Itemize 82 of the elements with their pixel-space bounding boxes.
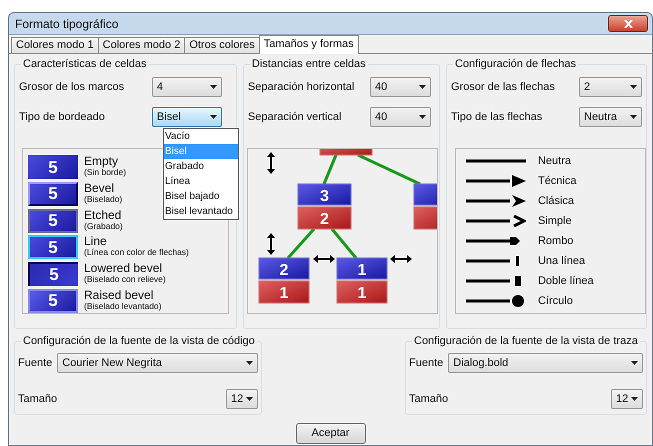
tree-node (319, 149, 372, 156)
dropdown[interactable]: 12 (226, 389, 258, 409)
style-name: Etched (84, 210, 122, 221)
style-sample: 5 (28, 235, 78, 260)
field-label: Tamaño (409, 392, 448, 407)
style-name: Raised bevel (84, 290, 154, 301)
tab[interactable]: Colores modo 1 (11, 37, 99, 53)
style-note: (Sin borde) (84, 167, 126, 178)
field-label: Fuente (18, 356, 52, 371)
arrow-type-label: Técnica (538, 174, 576, 189)
arrow-type-label: Rombo (538, 234, 574, 249)
dropdown-arrow-icon (418, 85, 426, 89)
style-note: (Biselado) (84, 194, 122, 205)
style-note: (Grabado) (84, 220, 123, 232)
horizontal-arrow-icon (390, 255, 412, 263)
dropdown[interactable]: 40 (370, 77, 431, 97)
style-sample: 5 (28, 262, 78, 286)
tab[interactable]: Colores modo 2 (98, 37, 186, 53)
dropdown[interactable]: Dialog.bold (448, 353, 643, 373)
dropdown-arrow-icon (630, 85, 637, 89)
style-sample: 5 (28, 182, 78, 206)
style-name: Empty (84, 156, 118, 168)
dropdown[interactable]: Courier New Negrita (57, 353, 258, 373)
dropdown-option[interactable]: Bisel bajado (164, 189, 238, 204)
filled-arrow-icon (466, 175, 526, 187)
dropdown-option[interactable]: Vacío (164, 129, 238, 144)
dropdown-arrow-icon (246, 361, 253, 365)
accept-button[interactable]: Aceptar (296, 423, 366, 444)
dropdown[interactable]: 40 (370, 107, 431, 127)
circle-arrow-icon (466, 295, 526, 307)
arrow-type-label: Clásica (538, 194, 574, 209)
field-label: Fuente (409, 356, 444, 371)
field-label: Tamaño (18, 392, 58, 407)
window-title: Formato tipográfico (15, 16, 118, 32)
dropdown-option[interactable]: Bisel levantado (164, 204, 238, 219)
field-label: Tipo de las flechas (450, 110, 542, 125)
close-icon (624, 20, 632, 28)
close-button[interactable] (608, 15, 648, 32)
dropdown-arrow-icon (418, 115, 426, 119)
style-name: Line (84, 236, 108, 248)
arrow-type-label: Doble línea (538, 274, 594, 289)
dropdown-option[interactable]: Grabado (164, 159, 238, 174)
style-note: (Línea con color de flechas) (84, 247, 189, 258)
dropdown[interactable]: 12 (611, 389, 643, 409)
dropdown-option[interactable]: Línea (164, 174, 238, 189)
arrow-type-label: Círculo (538, 294, 573, 309)
style-sample: 5 (28, 208, 78, 233)
field-label: Tipo de bordeado (19, 110, 105, 125)
group-title: Configuración de flechas (452, 57, 578, 71)
tab[interactable]: Otros colores (184, 37, 260, 53)
tab[interactable]: Tamaños y formas (258, 35, 359, 54)
arrow-type-label: Una línea (538, 254, 586, 269)
dropdown[interactable]: Neutra (579, 107, 642, 127)
dropdown-arrow-icon (630, 115, 637, 119)
horizontal-arrow-icon (312, 255, 335, 263)
dropdown-arrow-icon (246, 397, 253, 401)
style-sample: 5 (28, 155, 78, 180)
style-note: (Biselado levantado) (84, 300, 162, 312)
arrow-type-label: Simple (538, 214, 572, 229)
simple-arrow-icon (466, 215, 526, 227)
arrow-type-label: Neutra (538, 154, 571, 169)
group-title: Configuración de la fuente de la vista de traza (412, 334, 640, 348)
vertical-arrow-icon (266, 152, 275, 174)
style-name: Bevel (84, 183, 116, 194)
dropdown-arrow-icon (631, 361, 638, 365)
field-label: Grosor de las flechas (450, 80, 555, 95)
style-name: Lowered bevel (84, 263, 164, 274)
dropdown[interactable]: 2 (579, 77, 642, 97)
field-label: Separación vertical (248, 110, 342, 125)
group-title: Configuración de la fuente de la vista de código (21, 334, 257, 348)
vertical-arrow-icon (266, 233, 275, 255)
dropdown[interactable]: Bisel (152, 107, 222, 127)
dropdown-arrow-icon (210, 115, 217, 119)
style-sample: 5 (28, 288, 78, 313)
dropdown[interactable]: 4 (152, 77, 222, 97)
dropdown-arrow-icon (210, 85, 217, 89)
classic-arrow-icon (466, 195, 526, 207)
style-note: (Biselado con relieve) (84, 274, 166, 286)
dropdown-arrow-icon (631, 397, 638, 401)
tree-node (413, 184, 437, 230)
field-label: Separación horizontal (248, 80, 354, 95)
field-label: Grosor de los marcos (19, 80, 124, 95)
